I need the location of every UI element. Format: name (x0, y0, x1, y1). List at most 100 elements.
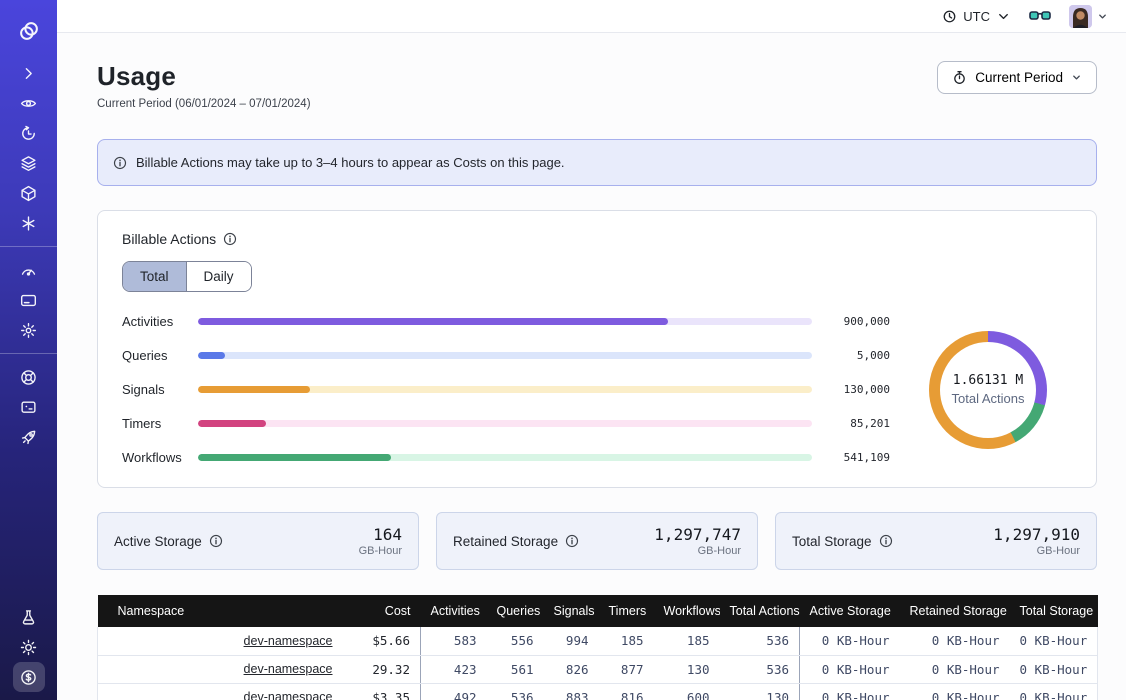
column-header-active-storage: Active Storage (800, 595, 900, 627)
table-cell: 423 (421, 655, 487, 683)
avatar (1069, 5, 1092, 28)
info-icon[interactable] (209, 534, 223, 548)
bar-value: 130,000 (812, 383, 890, 396)
nexus-icon (20, 215, 37, 232)
sidebar-item-chevron-right[interactable] (0, 58, 57, 88)
info-banner: Billable Actions may take up to 3–4 hour… (97, 139, 1097, 186)
period-dropdown-label: Current Period (975, 70, 1063, 85)
content: Usage Current Period (06/01/2024 – 07/01… (57, 33, 1126, 700)
storage-card-label: Retained Storage (453, 534, 579, 549)
page-title: Usage (97, 61, 311, 92)
storage-card-total-storage: Total Storage 1,297,910 GB-Hour (775, 512, 1097, 570)
getting-started-rocket-icon (20, 429, 37, 446)
column-header-namespace: Namespace (98, 595, 343, 627)
bar-fill (198, 454, 391, 461)
temporal-logo-icon (19, 21, 39, 41)
sidebar-item-usage-gauge[interactable] (0, 255, 57, 285)
namespace-link[interactable]: dev-namespace (244, 662, 333, 676)
bar-label: Activities (122, 314, 198, 329)
table-cell: 0 KB-Hour (800, 683, 900, 700)
sidebar-item-schedules[interactable] (0, 118, 57, 148)
storage-card-retained-storage: Retained Storage 1,297,747 GB-Hour (436, 512, 758, 570)
billable-chart: Activities 900,000 Queries 5,000 Signals… (122, 314, 1072, 465)
chevron-down-icon (1097, 11, 1108, 22)
donut-total-label: Total Actions (952, 391, 1025, 406)
table-cell: 0 KB-Hour (1010, 627, 1098, 655)
info-icon[interactable] (223, 232, 237, 246)
sidebar-item-settings-gear[interactable] (0, 315, 57, 345)
chevron-right-icon (20, 65, 37, 82)
bar-track (198, 318, 812, 325)
feedback-monitor-icon (20, 399, 37, 416)
table-header-row: NamespaceCostActivitiesQueriesSignalsTim… (98, 595, 1098, 627)
info-icon[interactable] (879, 534, 893, 548)
sidebar-item-deployments[interactable] (0, 178, 57, 208)
info-banner-text: Billable Actions may take up to 3–4 hour… (136, 155, 565, 170)
table-cell: 561 (487, 655, 544, 683)
bar-label: Signals (122, 382, 198, 397)
bar-track (198, 420, 812, 427)
sidebar-item-layers[interactable] (0, 148, 57, 178)
table-cell: 536 (720, 627, 800, 655)
sidebar-item-namespaces[interactable] (0, 88, 57, 118)
billable-bar-row: Activities 900,000 (122, 314, 890, 329)
table-cell: 0 KB-Hour (800, 627, 900, 655)
storage-card-unit: GB-Hour (654, 545, 741, 557)
table-cell: 29.32 (343, 655, 421, 683)
support-lifebuoy-icon (20, 369, 37, 386)
sidebar (0, 0, 57, 700)
column-header-timers: Timers (599, 595, 654, 627)
table-cell: 0 KB-Hour (900, 683, 1010, 700)
table-cell: 185 (599, 627, 654, 655)
namespace-link[interactable]: dev-namespace (244, 634, 333, 648)
donut-center: 1.66131 M Total Actions (929, 331, 1047, 449)
sidebar-item-support-lifebuoy[interactable] (0, 362, 57, 392)
sidebar-item-feedback-monitor[interactable] (0, 392, 57, 422)
schedules-icon (20, 125, 37, 142)
sidebar-item-billing-card[interactable] (0, 285, 57, 315)
storage-card-value: 1,297,747 (654, 525, 741, 544)
storage-card-unit: GB-Hour (359, 545, 402, 557)
usage-table-wrap: NamespaceCostActivitiesQueriesSignalsTim… (97, 595, 1097, 700)
assistant-glasses-button[interactable] (1029, 9, 1051, 23)
bar-value: 900,000 (812, 315, 890, 328)
sidebar-item-theme-sun[interactable] (0, 632, 57, 662)
sidebar-item-nexus[interactable] (0, 208, 57, 238)
table-cell: 556 (487, 627, 544, 655)
usage-table: NamespaceCostActivitiesQueriesSignalsTim… (97, 595, 1098, 700)
table-row: dev-namespace $5.665835569941851855360 K… (98, 627, 1098, 655)
column-header-workflows: Workflows (654, 595, 720, 627)
sidebar-item-getting-started-rocket[interactable] (0, 422, 57, 452)
sidebar-item-labs-flask[interactable] (0, 602, 57, 632)
billable-bar-chart: Activities 900,000 Queries 5,000 Signals… (122, 314, 904, 465)
billable-actions-card: Billable Actions TotalDaily Activities 9… (97, 210, 1097, 488)
sidebar-divider (0, 353, 57, 354)
bar-track (198, 352, 812, 359)
bar-fill (198, 420, 266, 427)
table-cell: 130 (654, 655, 720, 683)
billable-bar-row: Queries 5,000 (122, 348, 890, 363)
sidebar-item-billing-coin[interactable] (0, 662, 57, 692)
namespace-cell: dev-namespace (98, 627, 343, 655)
info-icon[interactable] (565, 534, 579, 548)
sidebar-item-temporal-logo[interactable] (0, 14, 57, 48)
donut-total-value: 1.66131 M (953, 373, 1023, 388)
tab-daily[interactable]: Daily (186, 262, 251, 291)
billable-actions-title-text: Billable Actions (122, 231, 216, 247)
column-header-signals: Signals (544, 595, 599, 627)
labs-flask-icon (20, 609, 37, 626)
usage-gauge-icon (20, 262, 37, 279)
user-menu[interactable] (1069, 5, 1108, 28)
table-cell: $5.66 (343, 627, 421, 655)
namespace-link[interactable]: dev-namespace (244, 690, 333, 700)
timezone-picker[interactable]: UTC (942, 9, 1011, 24)
page-subtitle: Current Period (06/01/2024 – 07/01/2024) (97, 98, 311, 110)
info-icon (113, 156, 127, 170)
table-cell: 0 KB-Hour (1010, 655, 1098, 683)
period-dropdown-button[interactable]: Current Period (937, 61, 1097, 94)
bar-value: 85,201 (812, 417, 890, 430)
table-cell: 826 (544, 655, 599, 683)
tab-total[interactable]: Total (123, 262, 186, 291)
glasses-icon (1029, 9, 1051, 23)
page-header: Usage Current Period (06/01/2024 – 07/01… (97, 61, 1097, 110)
